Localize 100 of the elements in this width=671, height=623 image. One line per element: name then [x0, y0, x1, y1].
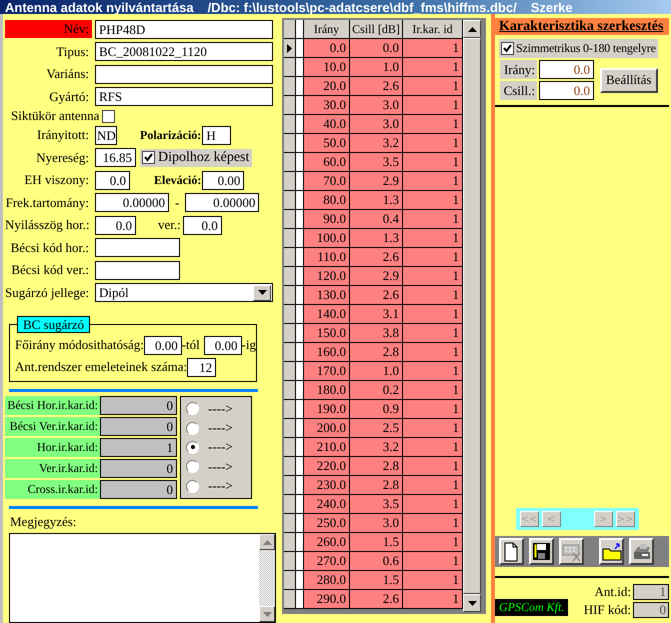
scrollbar[interactable]	[259, 534, 275, 622]
table-cell: 1.3	[350, 191, 403, 209]
input-field[interactable]: RFS	[95, 87, 273, 106]
input-field[interactable]: 0.0	[95, 170, 130, 190]
input-field[interactable]: 0.00	[204, 336, 242, 354]
row-selector[interactable]	[284, 457, 296, 475]
column-header[interactable]: Irány	[304, 20, 350, 38]
field-label: Csill.:	[500, 81, 537, 100]
table-cell: 240.0	[304, 495, 350, 513]
input-field[interactable]: ND	[95, 126, 117, 145]
column-header[interactable]: Ir.kar. id	[403, 20, 463, 38]
scrollbar[interactable]	[463, 20, 481, 612]
column-header[interactable]: Csill [dB]	[350, 20, 403, 38]
row-selector[interactable]	[284, 153, 296, 171]
field-label: Cross.ir.kar.id:	[5, 480, 100, 499]
checkbox[interactable]	[102, 110, 116, 122]
input-field[interactable]: 0.0	[539, 60, 594, 79]
field-label: Név:	[5, 20, 92, 38]
table-cell: 260.0	[304, 533, 350, 551]
new-button[interactable]	[499, 538, 524, 565]
row-selector[interactable]	[284, 134, 296, 152]
row-selector[interactable]	[284, 343, 296, 361]
input-field[interactable]	[95, 238, 180, 258]
save-button[interactable]	[529, 538, 554, 565]
row-selector[interactable]	[284, 514, 296, 532]
input-field[interactable]: 0.0	[95, 216, 136, 235]
input-field[interactable]: 0.0	[539, 81, 594, 100]
down-arrow-icon	[468, 600, 476, 606]
table-cell: 280.0	[304, 571, 350, 589]
row-selector[interactable]	[284, 476, 296, 494]
table-cell: 1	[403, 172, 463, 190]
row-selector[interactable]	[284, 305, 296, 323]
input-field[interactable]: BC_20081022_1120	[95, 42, 273, 62]
input-field[interactable]: PHP48D	[95, 20, 273, 39]
row-selector[interactable]	[284, 39, 296, 57]
row-selector[interactable]	[284, 552, 296, 570]
table-cell: 1	[403, 134, 463, 152]
apply-button[interactable]: Beállítás	[600, 68, 658, 92]
readonly-field: 1	[100, 438, 177, 457]
row-selector[interactable]	[284, 77, 296, 95]
row-selector[interactable]	[284, 115, 296, 133]
row-selector[interactable]	[284, 419, 296, 437]
input-field[interactable]: 0.00	[144, 336, 182, 354]
row-selector[interactable]	[284, 248, 296, 266]
table-cell: 1	[403, 77, 463, 95]
group-title: BC sugárzó	[17, 316, 90, 333]
input-field[interactable]: 0.00000	[95, 193, 169, 212]
row-selector[interactable]	[284, 495, 296, 513]
row-selector[interactable]	[284, 191, 296, 209]
row-selector[interactable]	[284, 172, 296, 190]
row-selector[interactable]	[284, 229, 296, 247]
table-cell: 120.0	[304, 267, 350, 285]
row-selector[interactable]	[284, 590, 296, 608]
radio-button[interactable]	[186, 440, 199, 454]
table-cell: 1	[403, 96, 463, 114]
row-selector[interactable]	[284, 210, 296, 228]
input-field[interactable]: 12	[187, 358, 216, 376]
field-label: Bécsi Ver.ir.kar.id:	[5, 417, 100, 436]
field-label: Polarizáció:	[140, 128, 202, 143]
checkbox[interactable]	[142, 151, 155, 164]
dropdown[interactable]: Dipól	[95, 283, 273, 302]
table-cell: 220.0	[304, 457, 350, 475]
row-selector[interactable]	[284, 324, 296, 342]
row-selector[interactable]	[284, 96, 296, 114]
row-selector[interactable]	[284, 571, 296, 589]
row-selector[interactable]	[284, 267, 296, 285]
checkbox[interactable]	[501, 42, 514, 55]
readonly-field: 1	[633, 584, 669, 600]
table-cell: 2.9	[350, 267, 403, 285]
input-field[interactable]	[95, 64, 273, 84]
input-field[interactable]: 0.00000	[185, 193, 260, 212]
input-field[interactable]	[95, 260, 180, 280]
table-cell: 1	[403, 286, 463, 304]
row-selector[interactable]	[284, 381, 296, 399]
open-button[interactable]	[599, 538, 624, 565]
radio-button[interactable]	[186, 460, 199, 474]
table-cell: 180.0	[304, 381, 350, 399]
input-field[interactable]: 0.0	[182, 216, 222, 235]
radio-button[interactable]	[186, 422, 199, 435]
field-label: Megjegyzés:	[10, 514, 78, 530]
input-field[interactable]: H	[202, 126, 232, 145]
input-field[interactable]: 16.85	[95, 148, 136, 168]
row-selector[interactable]	[284, 58, 296, 76]
radio-button[interactable]	[186, 402, 199, 416]
table-cell: 2.6	[350, 77, 403, 95]
row-selector[interactable]	[284, 286, 296, 304]
row-selector[interactable]	[284, 438, 296, 456]
table-cell: 1	[403, 419, 463, 437]
table-cell: 1	[403, 267, 463, 285]
print-button[interactable]	[629, 538, 654, 565]
row-selector[interactable]	[284, 400, 296, 418]
table-cell: 290.0	[304, 590, 350, 608]
radio-button[interactable]	[186, 480, 199, 493]
table-cell: 3.1	[350, 305, 403, 323]
row-selector[interactable]	[284, 362, 296, 380]
row-selector[interactable]	[284, 533, 296, 551]
notes-field[interactable]	[9, 533, 276, 623]
input-field[interactable]: 0.00	[202, 170, 244, 190]
table-cell: 3.2	[350, 438, 403, 456]
table-cell: 3.5	[350, 495, 403, 513]
